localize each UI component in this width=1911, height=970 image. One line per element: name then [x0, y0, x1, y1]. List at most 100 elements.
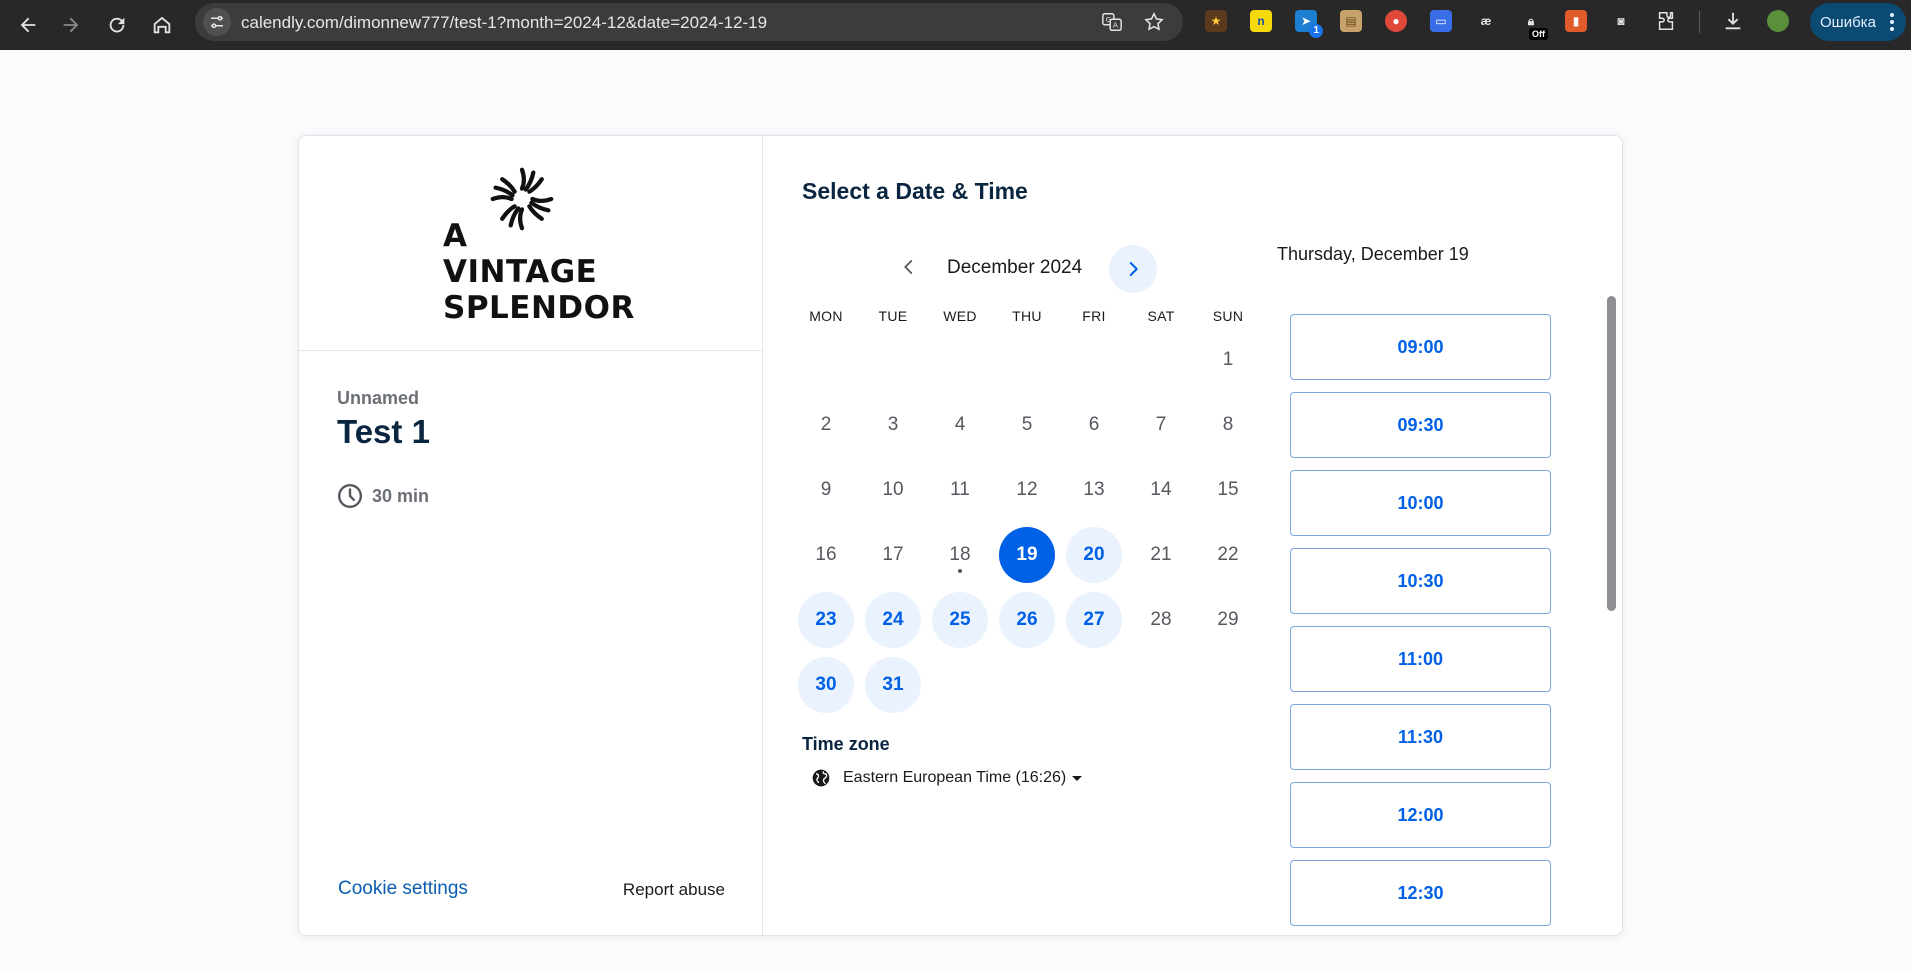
- clock-icon: [337, 483, 363, 509]
- extension-ae-icon[interactable]: æ: [1475, 10, 1497, 32]
- download-icon[interactable]: [1722, 10, 1744, 32]
- back-icon[interactable]: [8, 5, 48, 45]
- toolbar-separator: [1699, 11, 1700, 33]
- calendar-day: 16: [815, 544, 837, 565]
- extension-star-icon[interactable]: ★: [1205, 10, 1227, 32]
- calendar-day: 29: [1217, 609, 1239, 630]
- page-title: Select a Date & Time: [802, 178, 1028, 204]
- logo-line: A: [443, 218, 468, 254]
- logo-line: VINTAGE: [443, 254, 598, 290]
- extension-telegram-icon[interactable]: ➤ 1: [1295, 10, 1323, 38]
- time-slot-button[interactable]: 09:30: [1290, 392, 1551, 458]
- extension-off-badge: Off: [1529, 28, 1548, 40]
- extension-color-icon[interactable]: ●: [1385, 10, 1407, 32]
- calendar-day: 7: [1155, 414, 1167, 435]
- calendar-day: 28: [1150, 609, 1172, 630]
- bookmark-star-icon[interactable]: [1143, 11, 1165, 33]
- calendar-day[interactable]: 26: [999, 592, 1055, 648]
- weekday-header: SUN: [1212, 308, 1244, 324]
- more-menu-icon[interactable]: [1890, 12, 1894, 32]
- time-slot-button[interactable]: 10:00: [1290, 470, 1551, 536]
- timezone-value: Eastern European Time (16:26): [843, 769, 1067, 786]
- calendar-day: 11: [950, 479, 970, 500]
- calendar-day: 9: [820, 479, 832, 500]
- extension-camera-icon[interactable]: ◙: [1610, 10, 1632, 32]
- time-slot-button[interactable]: 09:00: [1290, 314, 1551, 380]
- brand-logo-area: A VINTAGE SPLENDOR: [299, 136, 762, 351]
- time-slot-button[interactable]: 11:30: [1290, 704, 1551, 770]
- event-title: Test 1: [337, 413, 430, 450]
- event-duration: 30 min: [337, 483, 429, 509]
- today-indicator: [958, 569, 962, 573]
- month-navigation: December 2024: [887, 243, 1307, 293]
- time-slot-button[interactable]: 10:30: [1290, 548, 1551, 614]
- extension-window-icon[interactable]: ▭: [1430, 10, 1452, 32]
- weekday-header: TUE: [878, 308, 908, 324]
- logo-line: SPLENDOR: [443, 290, 635, 326]
- calendar-day[interactable]: 27: [1066, 592, 1122, 648]
- event-details-pane: A VINTAGE SPLENDOR Unnamed Test 1 30 min…: [299, 136, 763, 935]
- calendar-day: 3: [887, 414, 899, 435]
- calendar-day: 12: [1016, 479, 1038, 500]
- organizer-name: Unnamed: [337, 388, 420, 408]
- time-slot-scrollbar[interactable]: [1607, 296, 1616, 616]
- scrollbar-thumb[interactable]: [1607, 296, 1616, 611]
- calendar-day: 18: [932, 527, 988, 583]
- extension-clipboard-icon[interactable]: ▤: [1340, 10, 1362, 32]
- calendar-day[interactable]: 31: [865, 657, 921, 713]
- calendar-day: 21: [1150, 544, 1172, 565]
- extension-office-icon[interactable]: ▮: [1565, 10, 1587, 32]
- profile-avatar-icon[interactable]: [1767, 10, 1789, 32]
- extension-badge: 1: [1309, 24, 1323, 38]
- weekday-header: MON: [809, 308, 843, 324]
- report-abuse-link[interactable]: Report abuse: [623, 880, 725, 900]
- calendar-day[interactable]: 19: [999, 527, 1055, 583]
- weekday-header: FRI: [1082, 308, 1106, 324]
- calendar-day: 14: [1150, 479, 1172, 500]
- chevron-right-icon: [1129, 262, 1138, 276]
- forward-icon[interactable]: [51, 5, 91, 45]
- svg-text:G: G: [1106, 15, 1112, 24]
- extension-lock-icon[interactable]: 🔒︎ Off: [1520, 10, 1548, 40]
- url-text[interactable]: calendly.com/dimonnew777/test-1?month=20…: [241, 13, 767, 33]
- calendar-day: 8: [1222, 414, 1234, 435]
- extension-flag-icon[interactable]: n: [1250, 10, 1272, 32]
- svg-text:A: A: [1113, 21, 1118, 30]
- calendar-day[interactable]: 24: [865, 592, 921, 648]
- time-slot-button[interactable]: 12:00: [1290, 782, 1551, 848]
- calendar-day: 22: [1217, 544, 1239, 565]
- duration-text: 30 min: [372, 485, 430, 506]
- calendar-day: 13: [1083, 479, 1105, 500]
- calendar-day: 4: [954, 414, 966, 435]
- calendar-day: 17: [882, 544, 904, 565]
- globe-icon: [812, 769, 830, 787]
- profile-status-text: Ошибка: [1820, 13, 1876, 31]
- selected-date-label: Thursday, December 19: [1277, 244, 1469, 264]
- calendar-day: 2: [820, 414, 832, 435]
- time-slot-list: 09:00 09:30 10:00 10:30 11:00 11:30 12:00 12:30: [1290, 314, 1552, 934]
- home-icon[interactable]: [142, 5, 182, 45]
- calendar-day[interactable]: 20: [1066, 527, 1122, 583]
- next-month-button[interactable]: [1109, 245, 1157, 293]
- calendar-day[interactable]: 23: [798, 592, 854, 648]
- address-bar[interactable]: calendly.com/dimonnew777/test-1?month=20…: [195, 3, 1183, 41]
- previous-month-button[interactable]: [887, 245, 931, 289]
- calendar-day[interactable]: 25: [932, 592, 988, 648]
- browser-toolbar: calendly.com/dimonnew777/test-1?month=20…: [0, 0, 1911, 50]
- cookie-settings-link[interactable]: Cookie settings: [338, 878, 468, 900]
- site-info-icon[interactable]: [203, 8, 231, 36]
- translate-icon[interactable]: GA: [1101, 11, 1123, 33]
- time-slot-button[interactable]: 11:00: [1290, 626, 1551, 692]
- profile-error-button[interactable]: Ошибка: [1810, 3, 1906, 41]
- booking-card: A VINTAGE SPLENDOR Unnamed Test 1 30 min…: [298, 135, 1623, 936]
- calendar-day: 15: [1217, 479, 1239, 500]
- brand-logo-text: A VINTAGE SPLENDOR: [443, 218, 635, 326]
- extensions-puzzle-icon[interactable]: [1655, 10, 1677, 32]
- reload-icon[interactable]: [97, 5, 137, 45]
- calendar-day: 5: [1021, 414, 1033, 435]
- chevron-left-icon: [904, 260, 913, 274]
- timezone-selector[interactable]: Eastern European Time (16:26): [811, 768, 1083, 788]
- time-slot-button[interactable]: 12:30: [1290, 860, 1551, 926]
- month-label: December 2024: [947, 257, 1083, 278]
- calendar-day[interactable]: 30: [798, 657, 854, 713]
